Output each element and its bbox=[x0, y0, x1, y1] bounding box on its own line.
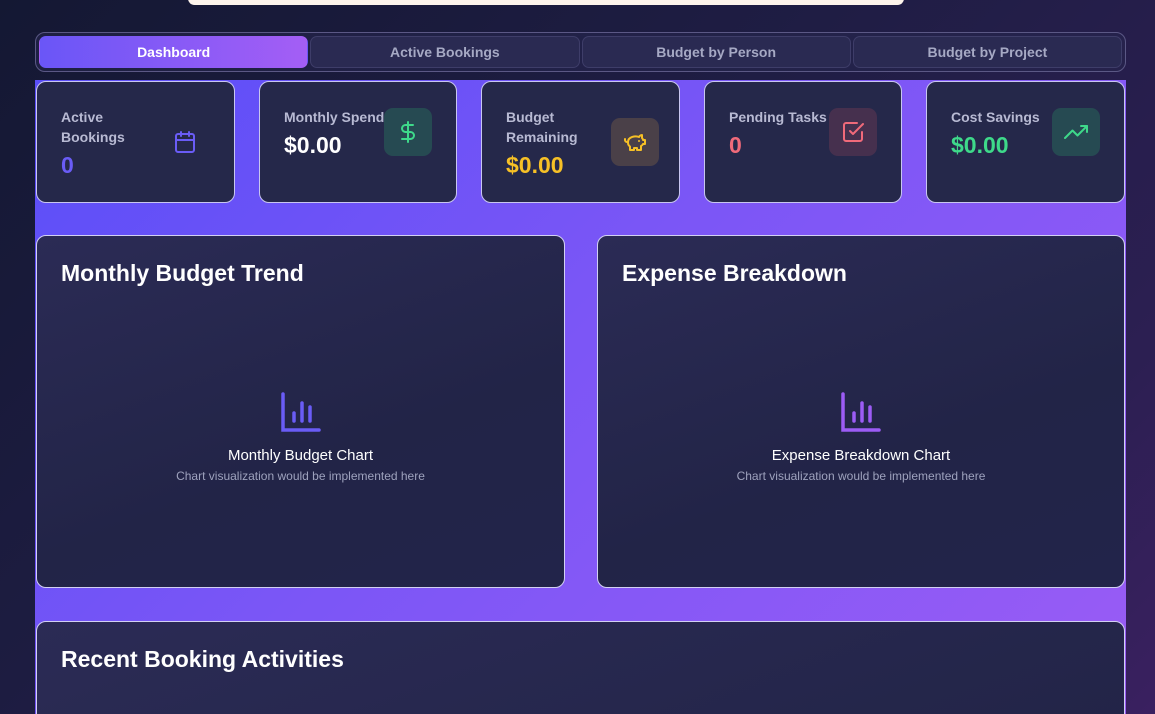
stat-value: $0.00 bbox=[284, 132, 342, 158]
monthly-budget-trend-card: Monthly Budget Trend Monthly Budget Char… bbox=[36, 235, 565, 588]
bar-chart-icon bbox=[841, 392, 881, 432]
recent-booking-activities-card: Recent Booking Activities bbox=[36, 621, 1125, 714]
bar-chart-icon bbox=[280, 392, 321, 432]
chart-placeholder: Expense Breakdown Chart Chart visualizat… bbox=[598, 391, 1124, 483]
stat-label: Monthly Spend bbox=[284, 109, 385, 125]
tab-budget-by-person[interactable]: Budget by Person bbox=[581, 36, 851, 68]
trending-up-icon bbox=[1052, 108, 1100, 156]
check-square-icon bbox=[829, 108, 877, 156]
placeholder-subtitle: Chart visualization would be implemented… bbox=[176, 469, 425, 483]
piggy-bank-icon bbox=[611, 118, 659, 166]
placeholder-title: Monthly Budget Chart bbox=[227, 447, 374, 464]
placeholder-title: Expense Breakdown Chart bbox=[771, 447, 951, 464]
card-title: Expense Breakdown bbox=[622, 260, 847, 286]
stat-label: Cost Savings bbox=[951, 109, 1040, 125]
stat-card-pending-tasks: Pending Tasks 0 bbox=[704, 81, 902, 203]
stat-value: 0 bbox=[729, 132, 742, 158]
stat-label: Budget Remaining bbox=[506, 107, 578, 147]
expense-breakdown-card: Expense Breakdown Expense Breakdown Char… bbox=[597, 235, 1125, 588]
tab-dashboard[interactable]: Dashboard bbox=[39, 36, 309, 68]
stat-card-active-bookings: Active Bookings 0 bbox=[36, 81, 235, 203]
stat-value: $0.00 bbox=[506, 152, 564, 178]
chart-placeholder: Monthly Budget Chart Chart visualization… bbox=[37, 391, 564, 483]
stat-value: 0 bbox=[61, 152, 74, 178]
stat-card-budget-remaining: Budget Remaining $0.00 bbox=[481, 81, 680, 203]
top-bar bbox=[188, 0, 904, 5]
stat-label-line: Bookings bbox=[61, 129, 125, 145]
tab-bar: Dashboard Active Bookings Budget by Pers… bbox=[35, 32, 1126, 72]
calendar-icon bbox=[173, 130, 197, 159]
card-title: Monthly Budget Trend bbox=[61, 260, 304, 286]
stat-label-line: Budget bbox=[506, 109, 555, 125]
stat-label-line: Remaining bbox=[506, 129, 578, 145]
card-title: Recent Booking Activities bbox=[61, 646, 344, 672]
dollar-icon bbox=[384, 108, 432, 156]
tab-active-bookings[interactable]: Active Bookings bbox=[310, 36, 580, 68]
stat-label-line: Active bbox=[61, 109, 104, 125]
stat-card-monthly-spend: Monthly Spend $0.00 bbox=[259, 81, 457, 203]
stat-value: $0.00 bbox=[951, 132, 1009, 158]
placeholder-subtitle: Chart visualization would be implemented… bbox=[736, 469, 986, 483]
stat-card-cost-savings: Cost Savings $0.00 bbox=[926, 81, 1125, 203]
stat-label: Pending Tasks bbox=[729, 109, 827, 125]
dashboard-content: Active Bookings 0 Monthly Spend $0.00 Bu… bbox=[35, 80, 1126, 714]
stat-label: Active Bookings bbox=[61, 107, 125, 147]
tab-budget-by-project[interactable]: Budget by Project bbox=[852, 36, 1122, 68]
